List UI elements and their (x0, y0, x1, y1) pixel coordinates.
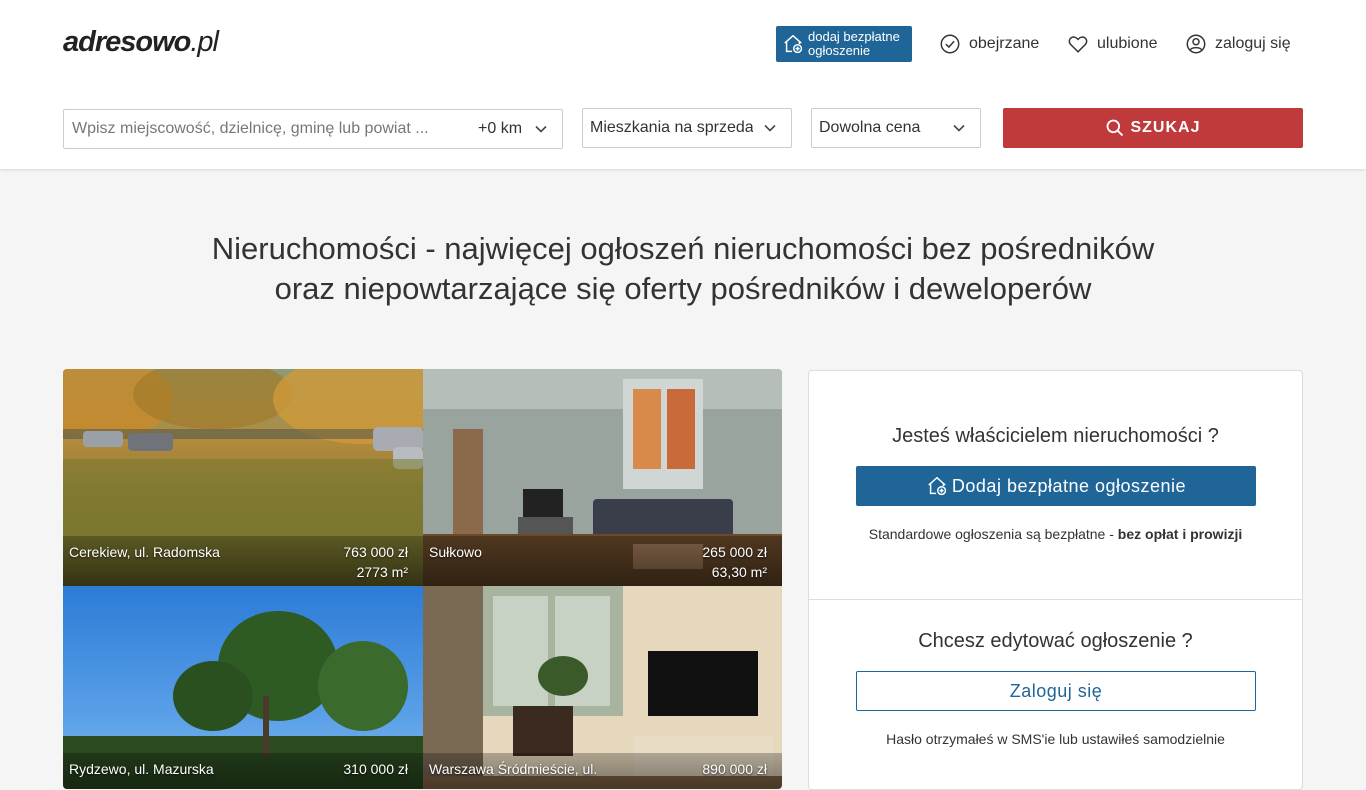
login-label: zaloguj się (1215, 35, 1291, 52)
chevron-down-icon (764, 124, 776, 132)
radius-dropdown[interactable]: +0 km (478, 110, 548, 148)
headline-line2: oraz niepowtarzające się oferty pośredni… (274, 271, 1092, 306)
location-search-input[interactable] (64, 110, 464, 148)
house-plus-icon (784, 34, 803, 54)
search-button-label: SZUKAJ (1130, 119, 1201, 136)
add-label-line1: dodaj bezpłatne (808, 29, 900, 44)
search-button[interactable]: SZUKAJ (1003, 108, 1303, 148)
chevron-down-icon (535, 125, 547, 133)
property-type-select[interactable]: Mieszkania na sprzedaż (582, 108, 792, 148)
page-headline: Nieruchomości - najwięcej ogłoszeń nieru… (0, 229, 1366, 309)
property-type-value: Mieszkania na sprzedaż (590, 119, 753, 136)
login-button-label: Zaloguj się (1009, 680, 1103, 701)
add-listing-header-button[interactable]: dodaj bezpłatne ogłoszenie (776, 26, 912, 62)
listing-location: Sułkowo (429, 544, 482, 560)
free-note-bold: bez opłat i prowizji (1117, 526, 1243, 542)
listing-location: Rydzewo, ul. Mazurska (69, 761, 214, 777)
house-plus-icon (928, 476, 947, 496)
price-value: Dowolna cena (819, 119, 921, 136)
edit-question: Chcesz edytować ogłoszenie ? (918, 630, 1193, 652)
add-listing-header-label: dodaj bezpłatne ogłoszenie (808, 30, 900, 58)
favorites-link[interactable]: ulubione (1067, 31, 1158, 57)
check-circle-icon (940, 34, 960, 54)
password-note: Hasło otrzymałeś w SMS'ie lub ustawiłeś … (886, 731, 1225, 747)
logo-main: adresowo (63, 26, 191, 58)
listing-price: 265 000 zł (702, 544, 767, 560)
watched-link[interactable]: obejrzane (939, 31, 1039, 57)
listing-area: 2773 m² (356, 564, 408, 580)
favorites-label: ulubione (1097, 35, 1158, 52)
radius-value: +0 km (478, 120, 523, 137)
search-icon (1107, 119, 1124, 137)
owner-panel: Jesteś właścicielem nieruchomości ? Doda… (808, 370, 1303, 790)
price-select[interactable]: Dowolna cena (811, 108, 981, 148)
free-note-text: Standardowe ogłoszenia są bezpłatne - (868, 526, 1118, 542)
listing-area: 63,30 m² (711, 564, 767, 580)
user-circle-icon (1186, 34, 1206, 54)
listing-tile[interactable]: Warszawa Śródmieście, ul. 890 000 zł (423, 586, 782, 789)
chevron-down-icon (953, 124, 965, 132)
add-label-line2: ogłoszenie (808, 43, 871, 58)
location-search-box: +0 km (63, 109, 563, 149)
headline-line1: Nieruchomości - najwięcej ogłoszeń nieru… (211, 231, 1155, 266)
logo-tld: .pl (190, 26, 219, 58)
listing-price: 763 000 zł (343, 544, 408, 560)
heart-icon (1068, 36, 1088, 53)
site-logo[interactable]: adresowo.pl (63, 26, 219, 59)
login-link[interactable]: zaloguj się (1185, 31, 1291, 57)
listing-price: 890 000 zł (702, 761, 767, 777)
listing-price: 310 000 zł (343, 761, 408, 777)
listings-grid: Cerekiew, ul. Radomska 763 000 zł 2773 m… (63, 369, 782, 789)
listing-location: Warszawa Śródmieście, ul. (429, 761, 598, 777)
site-header: adresowo.pl dodaj bezpłatne ogłoszenie o… (0, 0, 1366, 169)
owner-question: Jesteś właścicielem nieruchomości ? (892, 425, 1219, 447)
listing-tile[interactable]: Rydzewo, ul. Mazurska 310 000 zł (63, 586, 423, 789)
watched-label: obejrzane (969, 35, 1040, 52)
listing-tile[interactable]: Cerekiew, ul. Radomska 763 000 zł 2773 m… (63, 369, 423, 586)
add-listing-label: Dodaj bezpłatne ogłoszenie (951, 475, 1187, 496)
listing-location: Cerekiew, ul. Radomska (69, 544, 220, 560)
add-listing-button[interactable]: Dodaj bezpłatne ogłoszenie (856, 466, 1256, 506)
free-listing-note: Standardowe ogłoszenia są bezpłatne - be… (809, 526, 1302, 542)
login-button[interactable]: Zaloguj się (856, 671, 1256, 711)
listing-tile[interactable]: Sułkowo 265 000 zł 63,30 m² (423, 369, 782, 586)
